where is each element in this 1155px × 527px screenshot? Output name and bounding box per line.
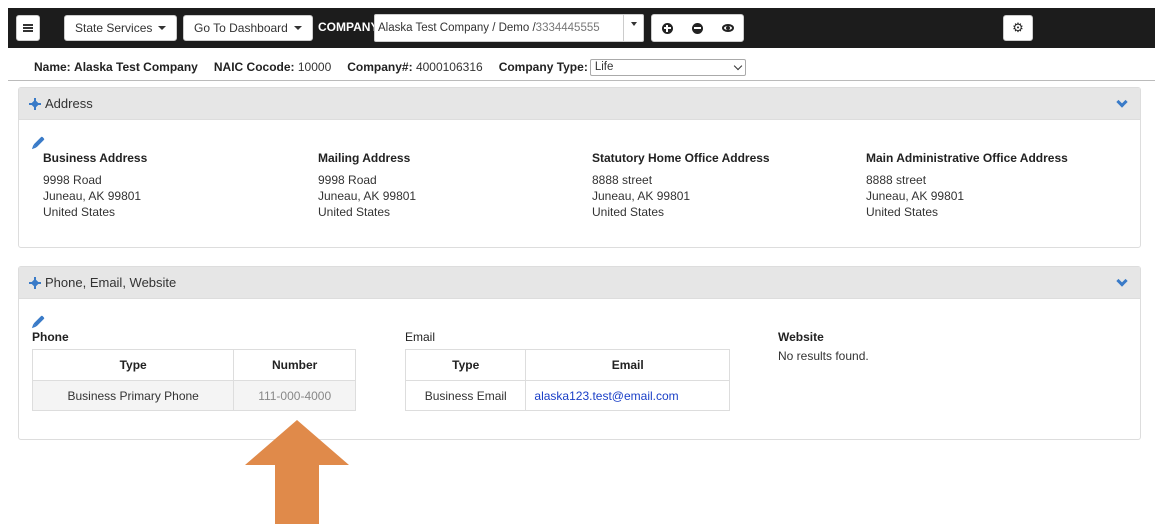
table-row: Business Email alaska123.test@email.com	[404, 380, 730, 411]
address-line: 9998 Road	[318, 173, 377, 187]
address-panel: Address Business Address 9998 Road Junea…	[18, 87, 1141, 248]
move-icon[interactable]	[29, 276, 41, 289]
name-value: Alaska Test Company	[74, 60, 198, 74]
address-line: United States	[866, 205, 939, 219]
company-type-label: Company Type:	[498, 60, 588, 74]
company-number-value: 4000106316	[415, 60, 483, 74]
company-type-select[interactable]: Life	[589, 58, 746, 76]
settings-button[interactable]: ⚙	[1003, 15, 1033, 41]
contact-panel-title: Phone, Email, Website	[45, 275, 177, 290]
hamburger-icon	[23, 24, 33, 32]
company-select[interactable]: Alaska Test Company / Demo /3334445555	[374, 14, 644, 42]
statutory-home-office-address: Statutory Home Office Address 8888 stree…	[592, 150, 770, 220]
column-header[interactable]: Type	[404, 349, 527, 381]
phone-type-cell: Business Primary Phone	[31, 380, 235, 411]
business-address: Business Address 9998 Road Juneau, AK 99…	[43, 150, 147, 220]
state-services-label: State Services	[75, 21, 153, 35]
address-line: 9998 Road	[43, 173, 102, 187]
company-name: Alaska Test Company / Demo /	[378, 22, 536, 34]
website-no-results: No results found.	[778, 349, 869, 363]
mailing-address: Mailing Address 9998 Road Juneau, AK 998…	[318, 150, 416, 220]
email-type-cell: Business Email	[404, 380, 527, 411]
move-icon[interactable]	[29, 97, 41, 110]
main-administrative-office-address: Main Administrative Office Address 8888 …	[866, 150, 1068, 220]
company-number: 3334445555	[535, 22, 600, 34]
company-action-group	[651, 14, 744, 42]
gear-icon: ⚙	[1012, 20, 1024, 35]
contact-panel-header[interactable]: Phone, Email, Website	[19, 267, 1140, 299]
email-table: Type Email Business Email alaska123.test…	[404, 349, 730, 411]
address-line: Juneau, AK 99801	[318, 189, 417, 203]
up-arrow-annotation-icon	[245, 420, 349, 524]
address-panel-title: Address	[45, 96, 93, 111]
address-line: Juneau, AK 99801	[592, 189, 691, 203]
address-line: 8888 street	[592, 173, 653, 187]
chevron-down-icon	[733, 61, 743, 70]
company-number-label: Company#:	[347, 60, 413, 74]
remove-circle-icon[interactable]	[691, 22, 703, 34]
address-line: Juneau, AK 99801	[866, 189, 965, 203]
company-type-value: Life	[594, 61, 614, 73]
table-row: Business Primary Phone 111-000-4000	[31, 380, 356, 411]
column-header[interactable]: Type	[31, 349, 235, 381]
go-to-dashboard-dropdown[interactable]: Go To Dashboard	[183, 15, 313, 41]
company-label: COMPANY:	[318, 20, 382, 34]
edit-pencil-icon[interactable]	[33, 136, 45, 148]
contact-panel: Phone, Email, Website Phone Type Number …	[18, 266, 1141, 440]
address-line: United States	[318, 205, 391, 219]
address-line: 8888 street	[866, 173, 927, 187]
address-heading: Statutory Home Office Address	[592, 151, 770, 165]
address-line: Juneau, AK 99801	[43, 189, 142, 203]
address-heading: Mailing Address	[318, 151, 411, 165]
state-services-dropdown[interactable]: State Services	[64, 15, 178, 41]
website-label: Website	[778, 330, 824, 344]
menu-button[interactable]	[16, 15, 40, 41]
address-heading: Main Administrative Office Address	[866, 151, 1068, 165]
address-panel-header[interactable]: Address	[19, 88, 1140, 120]
table-header-row: Type Email	[404, 349, 730, 381]
naic-label: NAIC Cocode:	[213, 60, 295, 74]
address-heading: Business Address	[43, 151, 148, 165]
email-link[interactable]: alaska123.test@email.com	[525, 380, 730, 411]
naic-value: 10000	[297, 60, 332, 74]
divider	[8, 80, 1155, 81]
edit-pencil-icon[interactable]	[33, 315, 45, 327]
caret-down-icon	[158, 26, 167, 30]
phone-number-cell: 111-000-4000	[233, 380, 356, 411]
caret-down-icon	[293, 26, 302, 30]
dashboard-label: Go To Dashboard	[194, 21, 288, 35]
column-header[interactable]: Email	[525, 349, 730, 381]
chevron-down-icon[interactable]	[1116, 275, 1128, 287]
name-label: Name:	[34, 60, 71, 74]
table-header-row: Type Number	[31, 349, 356, 381]
chevron-down-icon[interactable]	[1116, 96, 1128, 108]
eye-icon[interactable]	[721, 24, 734, 32]
email-label: Email	[405, 330, 436, 344]
company-info-bar: Name: Alaska Test Company NAIC Cocode: 1…	[34, 58, 746, 76]
phone-label: Phone	[32, 330, 69, 344]
address-line: United States	[43, 205, 116, 219]
top-navbar: State Services Go To Dashboard COMPANY: …	[8, 8, 1155, 48]
add-circle-icon[interactable]	[661, 22, 673, 34]
column-header[interactable]: Number	[233, 349, 356, 381]
phone-table: Type Number Business Primary Phone 111-0…	[31, 349, 356, 411]
address-line: United States	[592, 205, 665, 219]
select-caret-icon	[623, 15, 643, 41]
